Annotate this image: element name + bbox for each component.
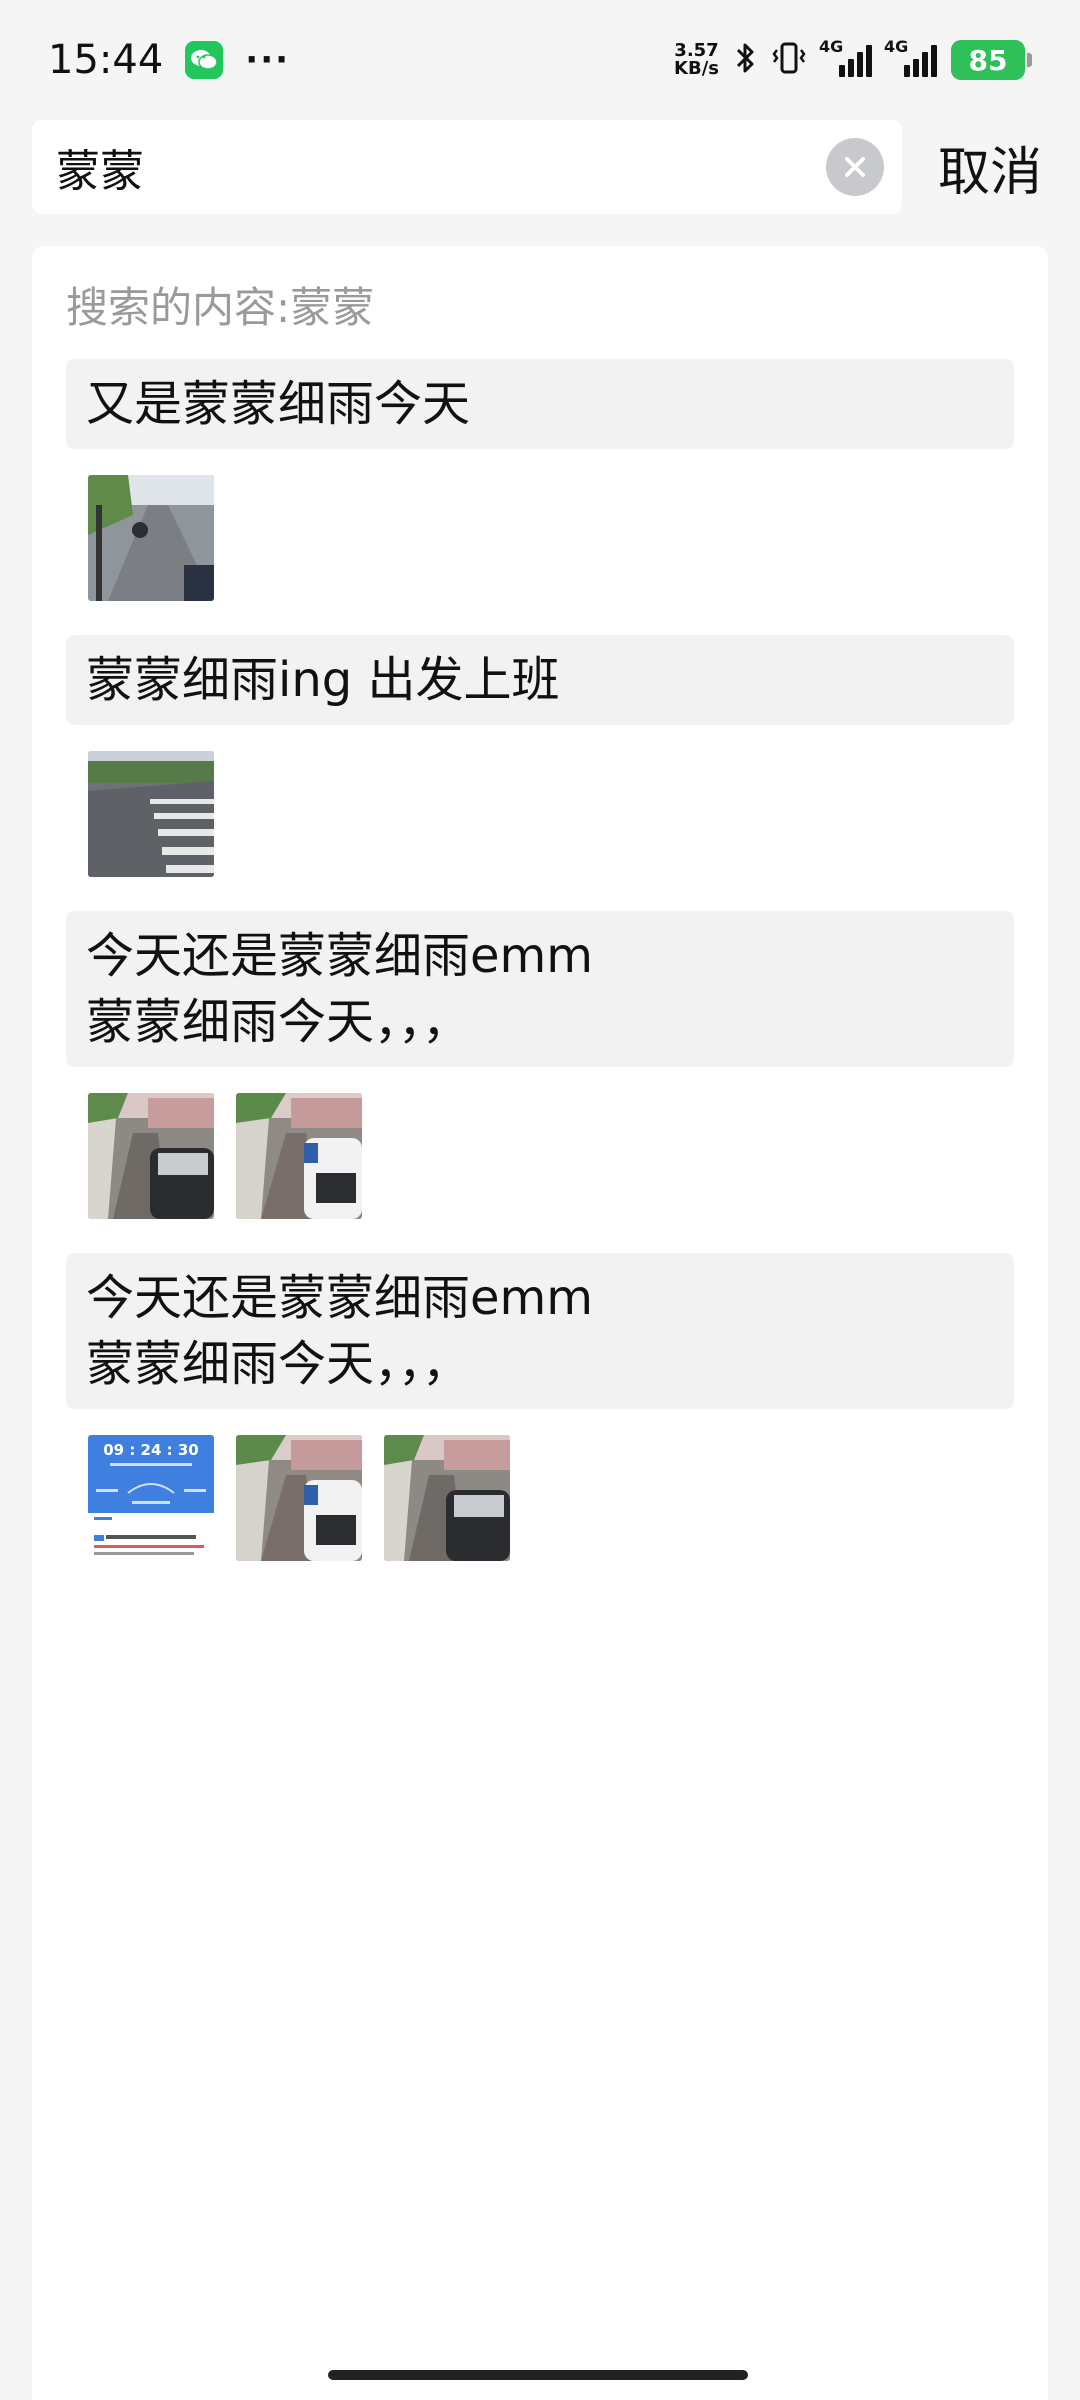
- vibrate-icon: [771, 40, 807, 80]
- status-left: 15:44 ···: [48, 37, 290, 83]
- signal-icon: 4G: [819, 37, 872, 77]
- result-text[interactable]: 今天还是蒙蒙细雨emm 蒙蒙细雨今天，，，: [66, 911, 1014, 1067]
- home-indicator[interactable]: [328, 2370, 748, 2380]
- search-header: 取消: [32, 120, 1052, 214]
- status-bar: 15:44 ··· 3.57 KB/s 4G 4G 85: [0, 0, 1080, 120]
- more-notifications-icon: ···: [245, 40, 291, 80]
- street-photo-thumbnail[interactable]: [236, 1435, 362, 1561]
- screenshot-time: 09 : 24 : 30: [103, 1441, 199, 1459]
- search-box[interactable]: [32, 120, 902, 214]
- result-text[interactable]: 蒙蒙细雨ing 出发上班: [66, 635, 1014, 725]
- crosswalk-photo-thumbnail[interactable]: [88, 751, 214, 877]
- wechat-icon: [185, 41, 224, 79]
- result-images: [66, 449, 1014, 635]
- network-tag-1: 4G: [819, 37, 844, 56]
- close-icon[interactable]: [826, 138, 884, 196]
- screenshot-thumbnail[interactable]: 09 : 24 : 30: [88, 1435, 214, 1561]
- net-speed-unit: KB/s: [674, 58, 719, 79]
- battery-icon: 85: [951, 40, 1032, 80]
- result-images: [66, 1067, 1014, 1253]
- search-results: 搜索的内容:蒙蒙 又是蒙蒙细雨今天 蒙蒙细雨ing 出发上班 今天还是蒙蒙细雨e…: [32, 246, 1048, 2400]
- battery-level: 85: [951, 40, 1025, 80]
- result-text[interactable]: 又是蒙蒙细雨今天: [66, 359, 1014, 449]
- street-photo-thumbnail[interactable]: [384, 1435, 510, 1561]
- net-speed: 3.57 KB/s: [674, 42, 719, 78]
- street-photo-thumbnail[interactable]: [88, 1093, 214, 1219]
- street-photo-thumbnail[interactable]: [88, 475, 214, 601]
- signal-icon: 4G: [884, 37, 937, 77]
- bluetooth-icon: [733, 40, 757, 80]
- street-photo-thumbnail[interactable]: [236, 1093, 362, 1219]
- status-time: 15:44: [48, 37, 164, 83]
- status-right: 3.57 KB/s 4G 4G 85: [674, 37, 1032, 80]
- result-text[interactable]: 今天还是蒙蒙细雨emm 蒙蒙细雨今天，，，: [66, 1253, 1014, 1409]
- result-images: 09 : 24 : 30: [66, 1409, 1014, 1595]
- search-input[interactable]: [54, 140, 826, 194]
- battery-tip: [1027, 53, 1032, 67]
- result-images: [66, 725, 1014, 911]
- network-tag-2: 4G: [884, 37, 909, 56]
- search-hint: 搜索的内容:蒙蒙: [66, 283, 375, 332]
- cancel-button[interactable]: 取消: [938, 130, 1042, 205]
